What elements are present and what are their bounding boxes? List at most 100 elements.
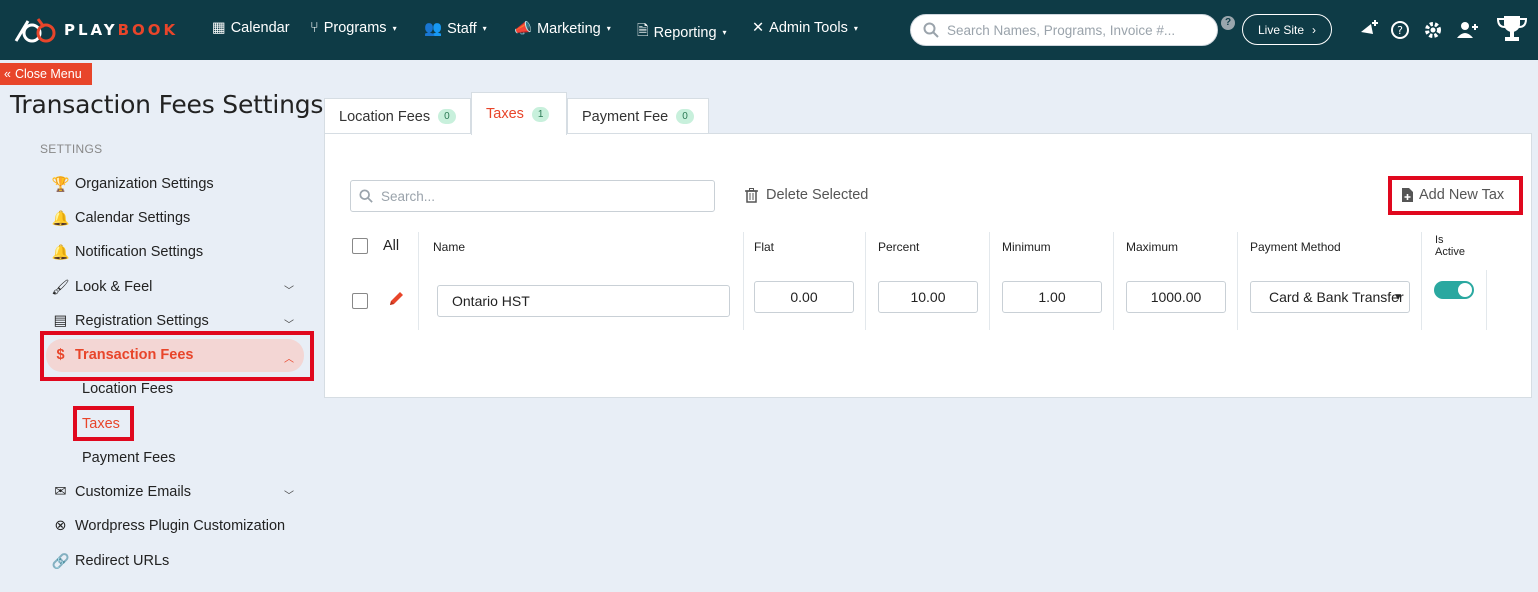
sidebar-item-customize-emails[interactable]: ✉ Customize Emails (54, 481, 191, 503)
nav-reporting[interactable]: 🗎 Reporting ▾ (637, 20, 727, 45)
brush-icon: 🖌 (51, 279, 70, 296)
header-is-active-line1: Is (1435, 234, 1444, 246)
chevron-down-icon[interactable]: ﹀ (284, 487, 294, 502)
delete-selected-button[interactable]: Delete Selected (745, 187, 868, 203)
tab-payment-fee[interactable]: Payment Fee 0 (567, 98, 709, 134)
count-badge: 0 (676, 109, 694, 124)
logo-text-play: PLAY (64, 21, 118, 39)
document-icon: 🗎 (637, 23, 649, 39)
percent-input[interactable] (878, 281, 978, 313)
close-menu-label: Close Menu (14, 67, 82, 81)
sidebar-item-wordpress-plugin[interactable]: ⊗ Wordpress Plugin Customization (54, 515, 285, 537)
nav-marketing-label: Marketing (537, 20, 601, 37)
gear-icon[interactable] (1421, 18, 1445, 42)
nav-programs[interactable]: ⑂ Programs ▾ (310, 20, 397, 36)
wordpress-icon: ⊗ (54, 518, 67, 534)
tools-icon: ✕ (752, 20, 765, 36)
live-site-button[interactable]: Live Site › (1242, 14, 1332, 45)
header-all: All (383, 238, 400, 254)
add-user-icon[interactable] (1455, 18, 1479, 42)
header-payment-method: Payment Method (1250, 240, 1341, 254)
sidebar-item-registration-settings[interactable]: ▤ Registration Settings (54, 310, 209, 332)
sidebar-item-label: Redirect URLs (75, 553, 170, 569)
count-badge: 1 (531, 106, 550, 122)
sidebar-item-label: Customize Emails (75, 484, 192, 500)
is-active-toggle[interactable] (1434, 281, 1474, 299)
sidebar-item-calendar-settings[interactable]: 🔔 Calendar Settings (51, 207, 190, 229)
nav-admin-tools[interactable]: ✕ Admin Tools ▾ (752, 20, 858, 36)
branch-icon: ⑂ (310, 20, 319, 36)
top-navbar: PLAYBOOK ▦ Calendar ⑂ Programs ▾ 👥 Staff… (0, 0, 1538, 60)
column-divider (989, 232, 990, 330)
table-search[interactable] (350, 180, 715, 212)
sidebar-sub-payment-fees[interactable]: Payment Fees (82, 450, 176, 466)
link-icon: 🔗 (51, 553, 70, 570)
flat-input[interactable] (754, 281, 854, 313)
payment-method-select[interactable]: Card & Bank Transfer ▼ (1250, 281, 1410, 313)
sidebar-item-label: Wordpress Plugin Customization (75, 518, 286, 534)
chevron-down-icon: ▾ (853, 23, 858, 33)
calendar-icon: ▦ (212, 20, 226, 36)
header-percent: Percent (878, 240, 920, 254)
global-search[interactable] (910, 14, 1218, 46)
playbook-logo[interactable]: PLAYBOOK (14, 14, 178, 46)
row-select-checkbox[interactable] (352, 293, 368, 309)
trophy-icon: 🏆 (51, 176, 70, 193)
form-icon: ▤ (53, 313, 68, 329)
search-help-icon[interactable]: ? (1221, 16, 1235, 30)
highlight-box-add-new-tax (1388, 176, 1523, 215)
nav-calendar-label: Calendar (230, 20, 290, 36)
tab-label: Payment Fee (582, 108, 669, 125)
maximum-input[interactable] (1126, 281, 1226, 313)
search-icon (359, 189, 373, 203)
tab-taxes[interactable]: Taxes 1 (471, 92, 567, 135)
pencil-icon[interactable] (387, 290, 405, 308)
column-divider (1113, 232, 1114, 330)
global-search-input[interactable] (947, 22, 1217, 38)
sidebar-item-redirect-urls[interactable]: 🔗 Redirect URLs (51, 550, 170, 572)
header-is-active: Is Active (1435, 234, 1465, 258)
header-flat: Flat (754, 240, 775, 254)
nav-programs-label: Programs (323, 20, 387, 36)
close-menu-button[interactable]: « Close Menu (0, 63, 92, 85)
sidebar-item-notification-settings[interactable]: 🔔 Notification Settings (51, 241, 203, 263)
sidebar-item-look-and-feel[interactable]: 🖌 Look & Feel (51, 276, 153, 298)
header-maximum: Maximum (1126, 240, 1179, 254)
column-divider (743, 232, 744, 330)
nav-staff-label: Staff (447, 20, 477, 37)
sidebar-item-label: Organization Settings (75, 176, 214, 192)
column-divider (1237, 232, 1238, 330)
tab-location-fees[interactable]: Location Fees 0 (324, 98, 471, 134)
sidebar-item-organization-settings[interactable]: 🏆 Organization Settings (51, 173, 214, 195)
nav-reporting-label: Reporting (653, 24, 717, 41)
double-chevron-left-icon: « (4, 67, 11, 81)
chevron-down-icon[interactable]: ﹀ (284, 282, 294, 297)
select-all-checkbox[interactable] (352, 238, 368, 254)
nav-marketing[interactable]: 📣 Marketing ▾ (514, 20, 611, 38)
sidebar-sub-location-fees[interactable]: Location Fees (82, 381, 173, 397)
table-search-input[interactable] (381, 188, 701, 204)
trash-icon (745, 187, 758, 203)
sidebar-item-label: Look & Feel (75, 279, 153, 295)
payment-method-value: Card & Bank Transfer (1269, 289, 1404, 305)
header-name: Name (433, 240, 466, 254)
tax-name-input[interactable] (437, 285, 730, 317)
minimum-input[interactable] (1002, 281, 1102, 313)
chevron-down-icon: ▼ (1393, 292, 1403, 303)
chevron-down-icon[interactable]: ﹀ (284, 316, 294, 331)
nav-calendar[interactable]: ▦ Calendar (212, 20, 290, 36)
column-divider (418, 232, 419, 330)
search-icon (923, 22, 939, 38)
trophy-icon[interactable] (1496, 14, 1528, 44)
bell-icon: 🔔 (51, 210, 70, 227)
chevron-down-icon: ▾ (722, 28, 727, 37)
help-circle-icon[interactable]: ? (1388, 18, 1412, 42)
tab-label: Taxes (486, 106, 524, 122)
megaphone-plus-icon[interactable] (1358, 18, 1382, 42)
column-divider (1486, 270, 1487, 330)
live-site-label: Live Site (1257, 22, 1305, 37)
envelope-icon: ✉ (54, 484, 67, 500)
logo-text-book: BOOK (117, 21, 179, 39)
column-divider (865, 232, 866, 330)
nav-staff[interactable]: 👥 Staff ▾ (424, 20, 487, 38)
